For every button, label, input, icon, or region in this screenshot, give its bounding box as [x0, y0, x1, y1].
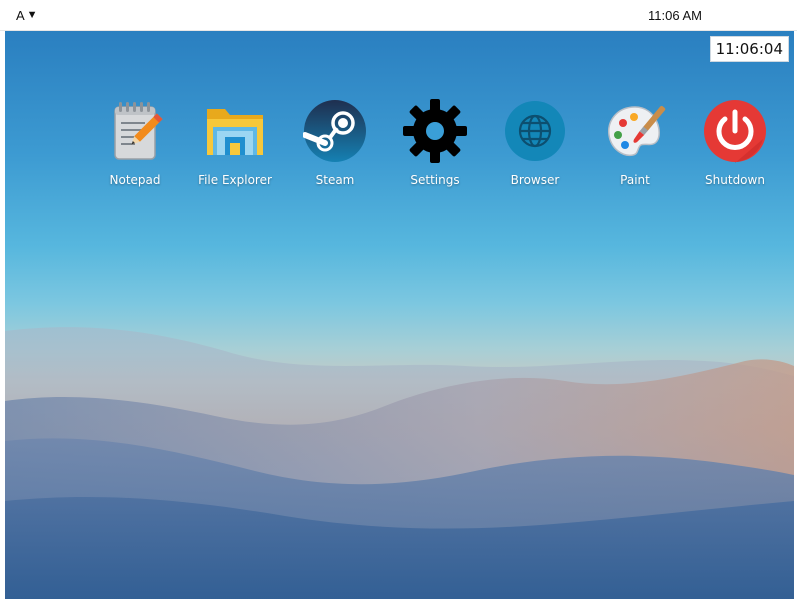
desktop-icon-label: File Explorer	[198, 173, 272, 187]
input-indicator-letter: A	[16, 8, 25, 23]
desktop-icon-grid: Notepad File Explorer Steam Settings Bro…	[5, 31, 794, 211]
gear-icon	[403, 99, 467, 163]
desktop: 11:06:04 Notepad File Explorer Steam Set…	[5, 31, 794, 599]
folder-icon	[207, 109, 263, 155]
system-time: 11:06 AM	[648, 8, 702, 23]
desktop-icon-label: Notepad	[109, 173, 161, 187]
steam-icon	[303, 100, 366, 162]
desktop-icon-browser[interactable]: Browser	[490, 99, 580, 199]
desktop-icon-steam[interactable]: Steam	[290, 99, 380, 199]
top-bar: A ▼ 11:06 AM	[0, 0, 797, 31]
desktop-icon-label: Steam	[315, 173, 355, 187]
globe-icon	[505, 101, 565, 161]
power-icon	[704, 100, 766, 163]
desktop-icon-notepad[interactable]: Notepad	[90, 99, 180, 199]
desktop-icon-label: Browser	[510, 173, 560, 187]
palette-icon	[608, 105, 666, 157]
desktop-icon-settings[interactable]: Settings	[390, 99, 480, 199]
desktop-icon-label: Settings	[410, 173, 460, 187]
desktop-icon-label: Paint	[620, 173, 650, 187]
input-indicator[interactable]: A ▼	[16, 8, 38, 23]
caret-down-icon: ▼	[26, 9, 38, 21]
notepad-icon	[114, 102, 163, 160]
desktop-icon-paint[interactable]: Paint	[590, 99, 680, 199]
desktop-icon-file-explorer[interactable]: File Explorer	[190, 99, 280, 199]
desktop-icon-label: Shutdown	[705, 173, 765, 187]
desktop-icon-shutdown[interactable]: Shutdown	[690, 99, 780, 199]
window-frame-bottom	[0, 599, 797, 603]
